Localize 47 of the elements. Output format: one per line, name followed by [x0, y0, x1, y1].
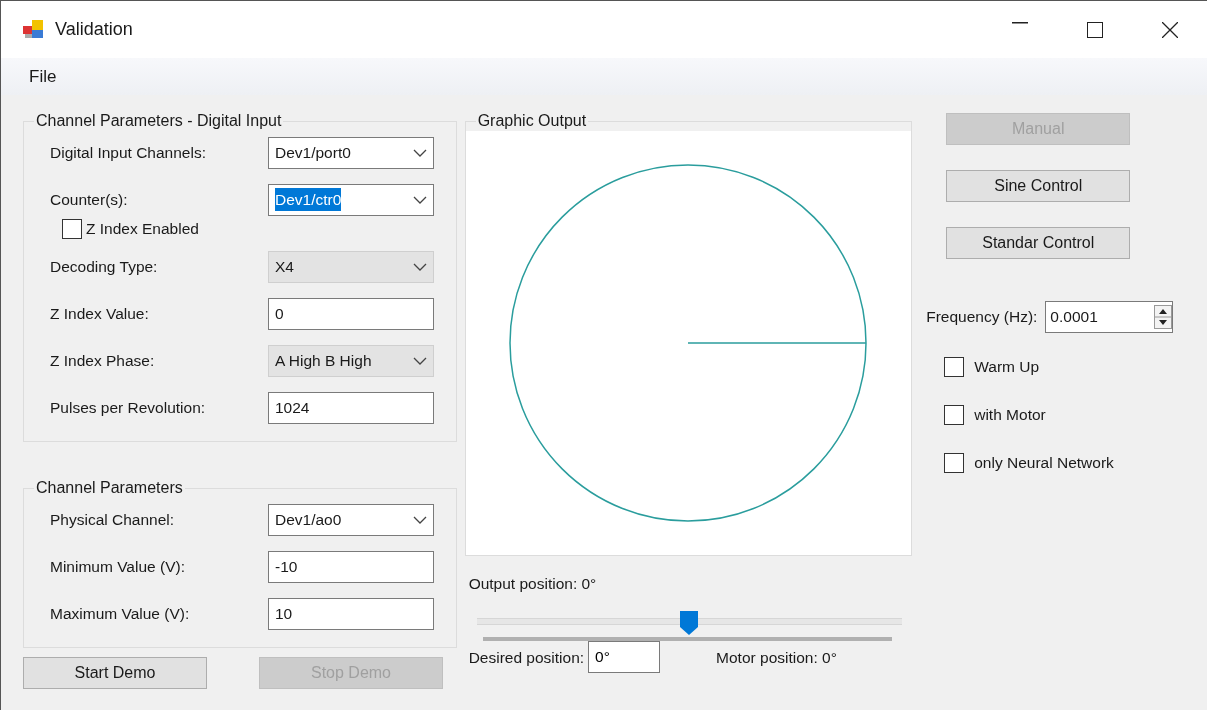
frequency-label: Frequency (Hz):	[926, 307, 1038, 328]
field-label: Physical Channel:	[49, 509, 176, 530]
app-icon	[23, 19, 45, 40]
field-label: Decoding Type:	[49, 256, 159, 277]
field-label: Minimum Value (V):	[49, 556, 186, 577]
control-button[interactable]: Standar Control	[946, 227, 1131, 259]
window-title: Validation	[55, 18, 133, 41]
field-label: Z Index Value:	[49, 303, 150, 324]
chevron-down-icon[interactable]	[413, 148, 427, 157]
checkbox-label: Z Index Enabled	[86, 219, 199, 240]
input-field[interactable]: 0	[268, 297, 434, 330]
motor-position-label: Motor position: 0°	[716, 647, 837, 668]
checkbox[interactable]	[944, 405, 965, 425]
field-label: Pulses per Revolution:	[49, 397, 207, 418]
checkbox-label: with Motor	[974, 405, 1046, 426]
chevron-down-icon[interactable]	[413, 515, 427, 524]
field-label: Digital Input Channels:	[49, 142, 207, 163]
dropdown[interactable]: Dev1/ctr0	[268, 183, 434, 216]
output-position-label: Output position: 0°	[468, 574, 598, 594]
field-label: Counter(s):	[49, 189, 129, 210]
field-label: Maximum Value (V):	[49, 603, 191, 624]
input-field[interactable]: 10	[268, 597, 434, 630]
dropdown[interactable]: Dev1/port0	[268, 136, 434, 169]
checkbox[interactable]	[944, 453, 965, 473]
minimize-icon[interactable]	[1011, 21, 1028, 24]
dropdown[interactable]: Dev1/ao0	[268, 503, 434, 536]
demo-button[interactable]: Start Demo	[23, 657, 207, 689]
checkbox-label: Warm Up	[974, 357, 1040, 378]
desired-position-label: Desired position:	[468, 647, 585, 668]
desired-position-field[interactable]: 0°	[588, 641, 661, 674]
menu-item[interactable]: File	[29, 63, 57, 90]
maximize-icon[interactable]	[1086, 21, 1103, 38]
group-title: Channel Parameters - Digital Input	[35, 113, 283, 129]
field-label: Z Index Phase:	[49, 350, 156, 371]
spin-arrows-icon[interactable]	[1154, 305, 1173, 329]
group-title: Graphic Output	[476, 113, 588, 129]
control-button[interactable]: Sine Control	[946, 170, 1131, 202]
checkbox[interactable]	[944, 357, 965, 377]
chevron-down-icon[interactable]	[413, 195, 427, 204]
checkbox-label: only Neural Network	[974, 453, 1114, 474]
checkbox[interactable]	[62, 219, 82, 239]
group-title: Channel Parameters	[35, 480, 184, 496]
close-icon[interactable]	[1161, 21, 1178, 38]
input-field[interactable]: -10	[268, 550, 434, 583]
frequency-spinner[interactable]: 0.0001	[1045, 301, 1174, 333]
input-field[interactable]: 1024	[268, 391, 434, 424]
slider-thumb[interactable]	[680, 611, 699, 636]
